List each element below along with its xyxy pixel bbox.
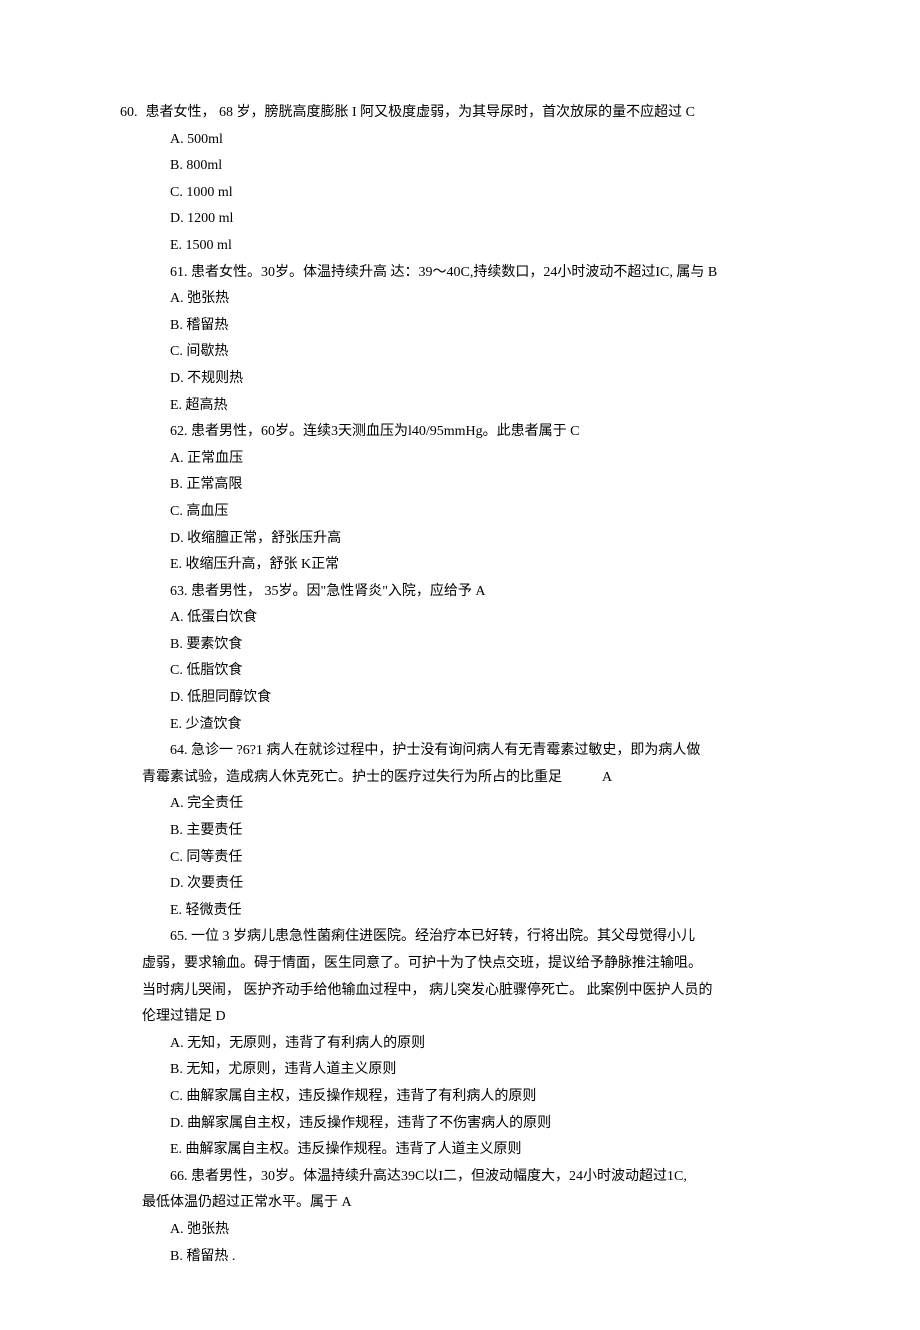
question-stem-line4: 伦理过错足 D — [120, 1004, 800, 1031]
question-62: 62. 患者男性，60岁。连续3天测血压为l40/95mmHg。此患者属于 C … — [120, 419, 800, 579]
question-66: 66. 患者男性，30岁。体温持续升高达39C以I二，但波动幅度大，24小时波动… — [120, 1164, 800, 1270]
option-b: B. 主要责任 — [170, 818, 800, 845]
option-e: E. 1500 ml — [170, 233, 800, 260]
option-c: C. 高血压 — [170, 499, 800, 526]
option-d: D. 曲解家属自主权，违反操作规程，违背了不伤害病人的原则 — [170, 1111, 800, 1138]
option-b: B. 要素饮食 — [170, 632, 800, 659]
option-a: A. 弛张热 — [170, 286, 800, 313]
option-c: C. 曲解家属自主权，违反操作规程，违背了有利病人的原则 — [170, 1084, 800, 1111]
option-e: E. 少渣饮食 — [170, 712, 800, 739]
question-stem-line1: 66. 患者男性，30岁。体温持续升高达39C以I二，但波动幅度大，24小时波动… — [120, 1164, 800, 1191]
option-e: E. 超高热 — [170, 393, 800, 420]
question-stem: 62. 患者男性，60岁。连续3天测血压为l40/95mmHg。此患者属于 C — [170, 419, 800, 446]
option-c: C. 1000 ml — [170, 180, 800, 207]
option-c: C. 间歇热 — [170, 339, 800, 366]
question-stem-line1: 65. 一位 3 岁病儿患急性菌痢住进医院。经治疗本已好转，行将出院。其父母觉得… — [120, 924, 800, 951]
option-a: A. 弛张热 — [170, 1217, 800, 1244]
option-a: A. 完全责任 — [170, 791, 800, 818]
option-e: E. 收缩压升高，舒张 K正常 — [170, 552, 800, 579]
stem-text: 青霉素试验，造成病人休克死亡。护士的医疗过失行为所占的比重足 — [142, 770, 562, 785]
question-stem-line2: 虚弱，要求输血。碍于情面，医生同意了。可护十为了快点交班，提议给予静脉推注输咀。 — [120, 951, 800, 978]
question-stem-line1: 64. 急诊一 ?6?1 病人在就诊过程中，护士没有询问病人有无青霉素过敏史，即… — [120, 738, 800, 765]
question-60: 60. 患者女性， 68 岁，膀胱高度膨胀 I 阿又极度虚弱，为其导尿时，首次放… — [120, 100, 800, 127]
question-64: 64. 急诊一 ?6?1 病人在就诊过程中，护士没有询问病人有无青霉素过敏史，即… — [120, 738, 800, 924]
option-a: A. 无知，无原则，违背了有利病人的原则 — [170, 1031, 800, 1058]
question-65: 65. 一位 3 岁病儿患急性菌痢住进医院。经治疗本已好转，行将出院。其父母觉得… — [120, 924, 800, 1163]
option-b: B. 稽留热 — [170, 313, 800, 340]
option-d: D. 次要责任 — [170, 871, 800, 898]
option-d: D. 收缩膻正常，舒张压升高 — [170, 526, 800, 553]
option-list: A. 完全责任 B. 主要责任 C. 同等责任 D. 次要责任 E. 轻微责任 — [120, 791, 800, 924]
option-list: A. 无知，无原则，违背了有利病人的原则 B. 无知，尤原则，违背人道主义原则 … — [120, 1031, 800, 1164]
option-b: B. 正常高限 — [170, 472, 800, 499]
question-stem: 63. 患者男性， 35岁。因"急性肾炎"入院，应给予 A — [170, 579, 800, 606]
option-b: B. 800ml — [170, 153, 800, 180]
option-list: A. 弛张热 B. 稽留热 . — [120, 1217, 800, 1270]
option-list: A. 500ml B. 800ml C. 1000 ml D. 1200 ml … — [120, 127, 800, 260]
question-stem-line3: 当时病儿哭闹， 医护齐动手给他输血过程中， 病儿突发心脏骤停死亡。 此案例中医护… — [120, 978, 800, 1005]
option-c: C. 低脂饮食 — [170, 658, 800, 685]
option-d: D. 低胆同醇饮食 — [170, 685, 800, 712]
question-61: 61. 患者女性。30岁。体温持续升高 达：39～40C,持续数口，24小时波动… — [120, 260, 800, 420]
option-b: B. 稽留热 . — [170, 1244, 800, 1271]
question-number: 60. — [120, 100, 146, 127]
question-stem-line2: 最低体温仍超过正常水平。属于 A — [120, 1190, 800, 1217]
option-e: E. 轻微责任 — [170, 898, 800, 925]
option-a: A. 低蛋白饮食 — [170, 605, 800, 632]
option-a: A. 500ml — [170, 127, 800, 154]
option-d: D. 不规则热 — [170, 366, 800, 393]
question-stem-line2: 青霉素试验，造成病人休克死亡。护士的医疗过失行为所占的比重足 A — [120, 765, 800, 792]
option-c: C. 同等责任 — [170, 845, 800, 872]
option-a: A. 正常血压 — [170, 446, 800, 473]
option-e: E. 曲解家属自主权。违反操作规程。违背了人道主义原则 — [170, 1137, 800, 1164]
option-d: D. 1200 ml — [170, 206, 800, 233]
option-b: B. 无知，尤原则，违背人道主义原则 — [170, 1057, 800, 1084]
question-stem: 61. 患者女性。30岁。体温持续升高 达：39～40C,持续数口，24小时波动… — [170, 260, 800, 287]
question-stem: 患者女性， 68 岁，膀胱高度膨胀 I 阿又极度虚弱，为其导尿时，首次放尿的量不… — [146, 100, 801, 127]
question-63: 63. 患者男性， 35岁。因"急性肾炎"入院，应给予 A A. 低蛋白饮食 B… — [120, 579, 800, 739]
answer-letter: A — [602, 770, 612, 785]
